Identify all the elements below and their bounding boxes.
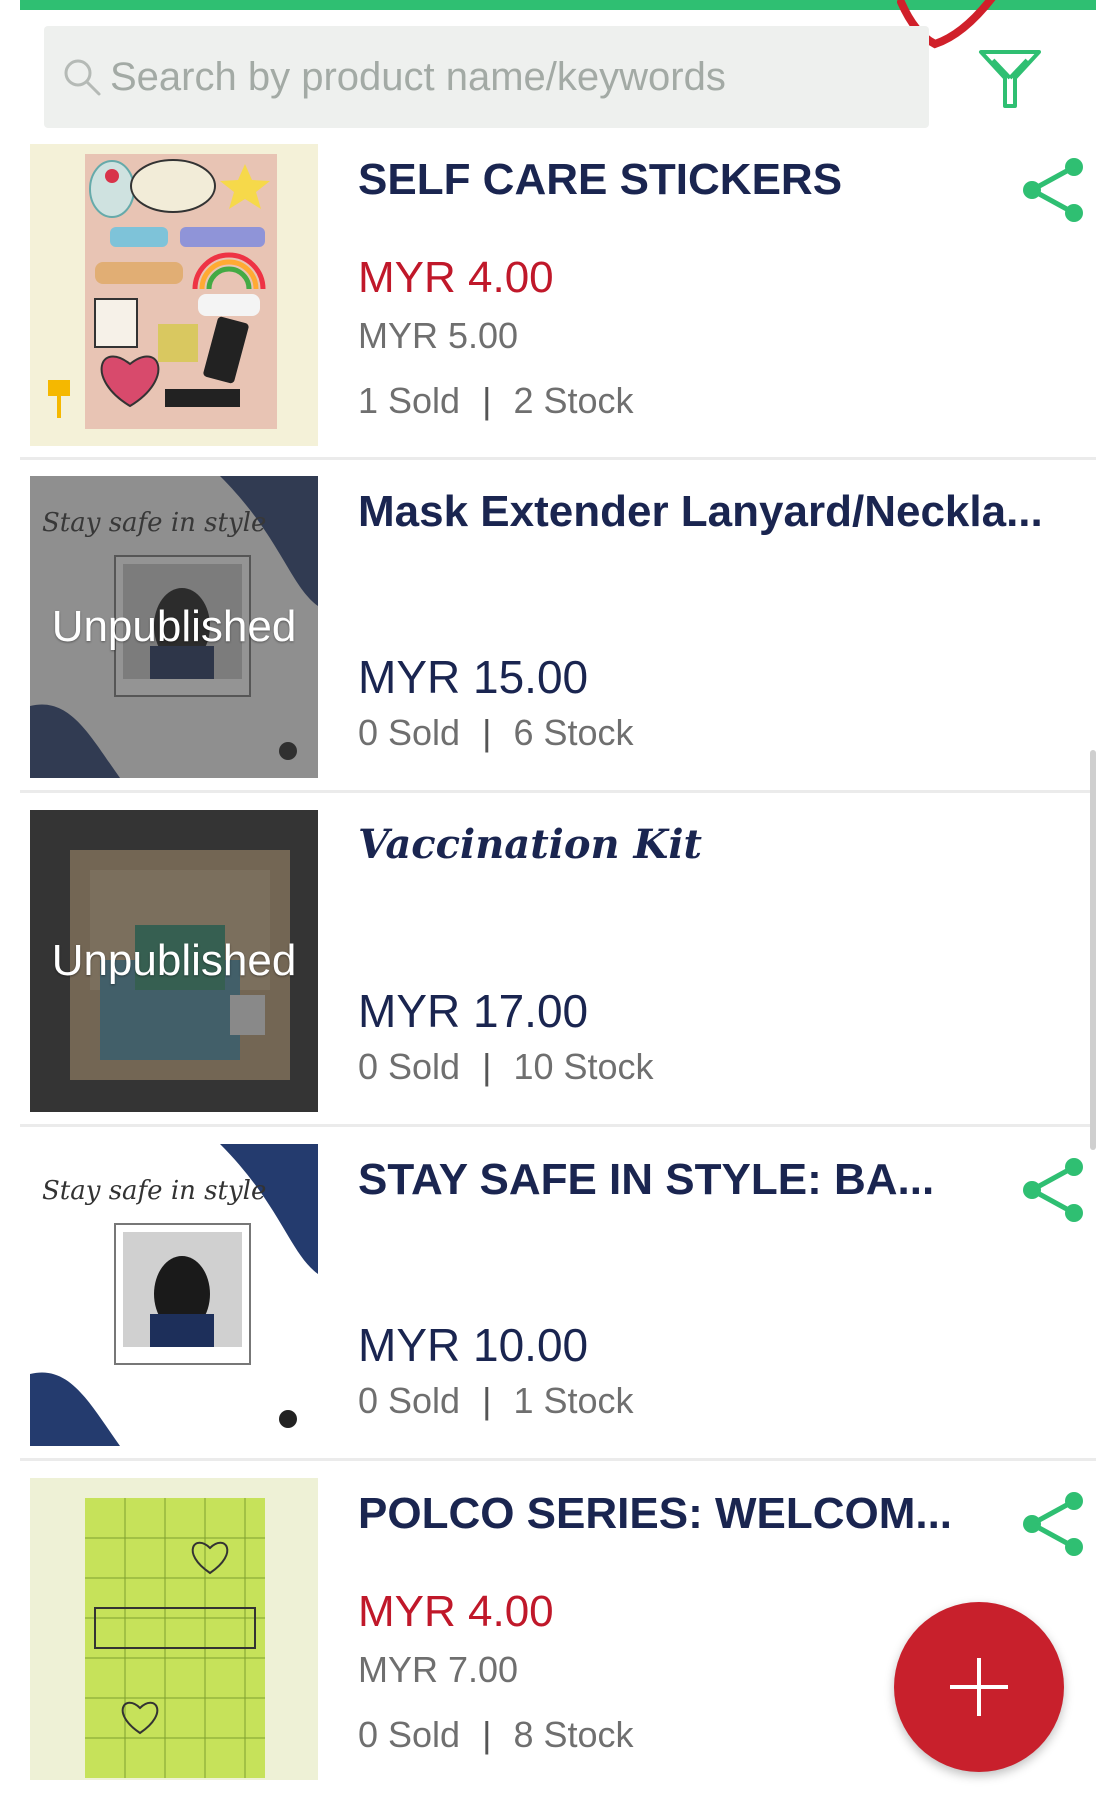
- search-icon: [64, 59, 101, 96]
- search-bar[interactable]: [44, 26, 929, 128]
- product-title[interactable]: SELF CARE STICKERS: [358, 155, 1058, 205]
- product-title[interactable]: Vaccination Kit: [358, 821, 1058, 868]
- product-title[interactable]: Mask Extender Lanyard/Neckla...: [358, 487, 1058, 537]
- sale-price: MYR 4.00: [358, 253, 554, 302]
- product-thumbnail: [30, 1478, 318, 1780]
- divider: [20, 790, 1096, 793]
- svg-text:Stay safe in style: Stay safe in style: [42, 1176, 266, 1206]
- search-input[interactable]: [108, 53, 929, 101]
- unpublished-label: Unpublished: [51, 602, 297, 651]
- share-icon[interactable]: [1020, 1155, 1086, 1225]
- sold-count: 0 Sold: [358, 1380, 461, 1421]
- unpublished-overlay: Unpublished: [30, 810, 318, 1112]
- stats-divider: |: [482, 1046, 492, 1087]
- sold-count: 0 Sold: [358, 1046, 461, 1087]
- sale-price: MYR 4.00: [358, 1587, 554, 1636]
- stock-count: 2 Stock: [513, 380, 634, 421]
- stats-divider: |: [482, 712, 492, 753]
- unpublished-overlay: Unpublished: [30, 476, 318, 778]
- stats-divider: |: [482, 1380, 492, 1421]
- filter-icon[interactable]: [975, 46, 1045, 112]
- product-item-mask-extender[interactable]: Stay safe in style Unpublished Mask Exte…: [20, 467, 1096, 797]
- product-thumbnail: Stay safe in style Unpublished: [30, 476, 318, 778]
- share-icon[interactable]: [1020, 155, 1086, 225]
- sold-count: 0 Sold: [358, 712, 461, 753]
- stock-count: 6 Stock: [513, 712, 634, 753]
- original-price: MYR 7.00: [358, 1649, 519, 1690]
- stock-count: 8 Stock: [513, 1714, 634, 1755]
- original-price: MYR 5.00: [358, 315, 519, 356]
- stats-divider: |: [482, 1714, 492, 1755]
- scrollbar[interactable]: [1090, 750, 1096, 1150]
- plus-icon: [950, 1658, 1008, 1716]
- product-title[interactable]: STAY SAFE IN STYLE: BA...: [358, 1155, 1058, 1205]
- product-item-self-care-stickers[interactable]: SELF CARE STICKERS MYR 4.00 MYR 5.00 1 S…: [20, 135, 1096, 465]
- product-stats: 0 Sold | 6 Stock: [358, 712, 634, 754]
- product-thumbnail: Stay safe in style: [30, 1144, 318, 1446]
- share-icon[interactable]: [1020, 1489, 1086, 1559]
- product-stats: 0 Sold | 1 Stock: [358, 1380, 634, 1422]
- price: MYR 15.00: [358, 651, 589, 703]
- divider: [20, 1458, 1096, 1461]
- product-stats: 0 Sold | 8 Stock: [358, 1714, 634, 1756]
- product-item-stay-safe[interactable]: Stay safe in style STAY SAFE IN STYLE: B…: [20, 1135, 1096, 1465]
- price: MYR 10.00: [358, 1319, 589, 1371]
- unpublished-label: Unpublished: [51, 936, 297, 985]
- product-stats: 0 Sold | 10 Stock: [358, 1046, 654, 1088]
- stock-count: 1 Stock: [513, 1380, 634, 1421]
- stock-count: 10 Stock: [513, 1046, 654, 1087]
- price: MYR 17.00: [358, 985, 589, 1037]
- sold-count: 1 Sold: [358, 380, 461, 421]
- sold-count: 0 Sold: [358, 1714, 461, 1755]
- product-thumbnail: Unpublished: [30, 810, 318, 1112]
- product-thumbnail: [30, 144, 318, 446]
- product-item-vaccination-kit[interactable]: Unpublished Vaccination Kit MYR 17.00 0 …: [20, 801, 1096, 1131]
- product-title[interactable]: POLCO SERIES: WELCOM...: [358, 1489, 1058, 1539]
- divider: [20, 1124, 1096, 1127]
- divider: [20, 457, 1096, 460]
- product-stats: 1 Sold | 2 Stock: [358, 380, 634, 422]
- add-product-button[interactable]: [894, 1602, 1064, 1772]
- stats-divider: |: [482, 380, 492, 421]
